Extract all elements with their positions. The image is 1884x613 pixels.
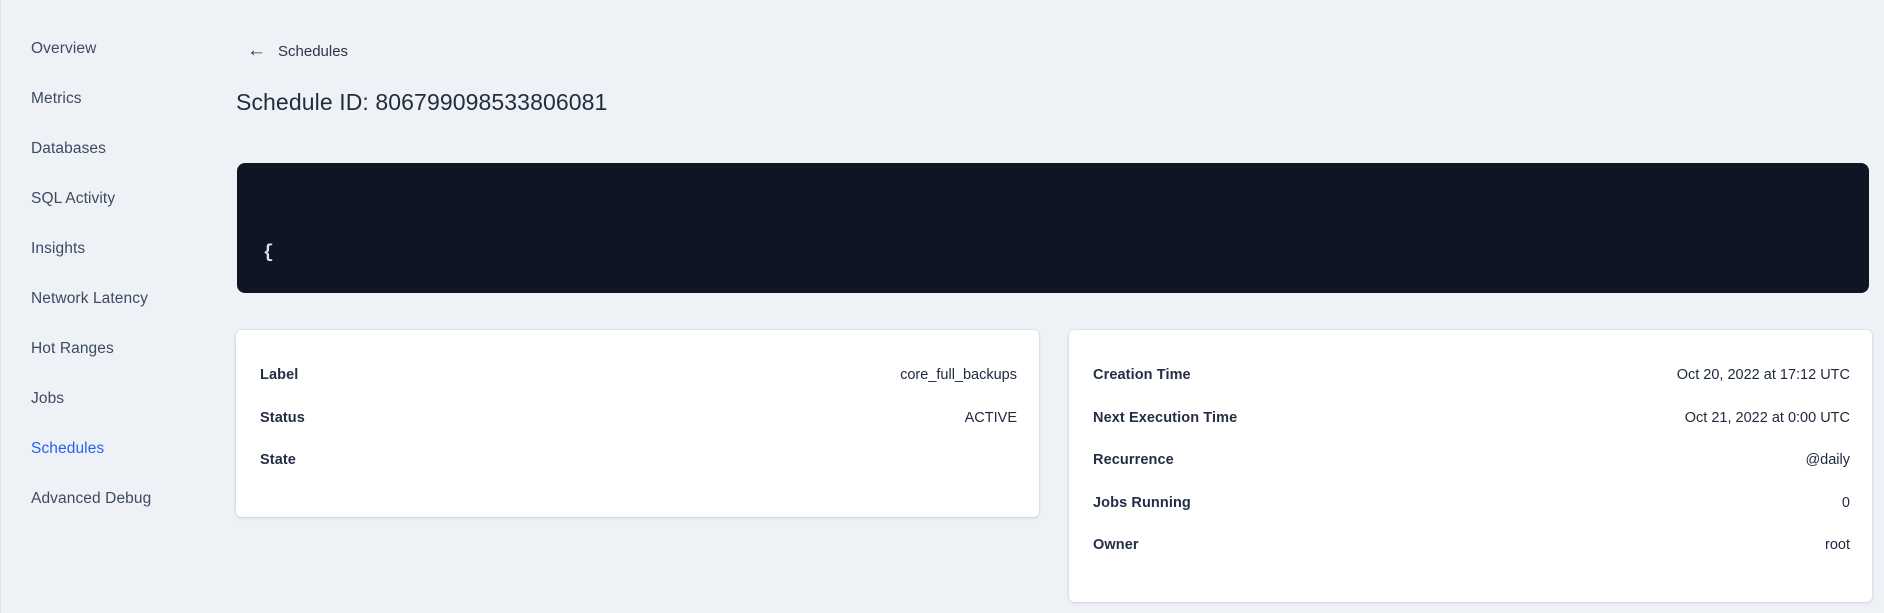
sidebar-item-network-latency[interactable]: Network Latency	[1, 274, 211, 324]
row-label-label: Label	[260, 367, 299, 384]
sidebar-item-sql-activity[interactable]: SQL Activity	[1, 174, 211, 224]
code-line-open: {	[263, 243, 274, 263]
table-row: Recurrence @daily	[1093, 439, 1850, 482]
row-value-next-execution-time: Oct 21, 2022 at 0:00 UTC	[1684, 409, 1850, 426]
schedule-timing-card: Creation Time Oct 20, 2022 at 17:12 UTC …	[1069, 330, 1872, 602]
arrow-left-icon: ←	[247, 40, 266, 61]
sidebar-item-insights[interactable]: Insights	[1, 224, 211, 274]
row-label-owner: Owner	[1093, 537, 1139, 554]
sidebar-item-hot-ranges[interactable]: Hot Ranges	[1, 324, 211, 374]
table-row: Creation Time Oct 20, 2022 at 17:12 UTC	[1093, 354, 1850, 397]
sidebar-item-advanced-debug[interactable]: Advanced Debug	[1, 474, 211, 524]
schedule-details-page: Overview Metrics Databases SQL Activity …	[0, 0, 1884, 613]
table-row: Next Execution Time Oct 21, 2022 at 0:00…	[1093, 397, 1850, 440]
table-row: State	[260, 439, 1017, 482]
sidebar-item-jobs[interactable]: Jobs	[1, 374, 211, 424]
backup-statement-code-block: { "backup_statement": "BACKUP INTO 's3:/…	[237, 163, 1869, 293]
row-value-label: core_full_backups	[900, 367, 1017, 384]
row-value-recurrence: @daily	[1805, 452, 1850, 469]
page-title: Schedule ID: 806799098533806081	[236, 89, 608, 115]
row-label-creation-time: Creation Time	[1093, 367, 1191, 384]
row-value-status: ACTIVE	[964, 409, 1017, 426]
sidebar-item-metrics[interactable]: Metrics	[1, 74, 211, 124]
sidebar-item-overview[interactable]: Overview	[1, 24, 211, 74]
sidebar: Overview Metrics Databases SQL Activity …	[1, 24, 211, 524]
row-value-owner: root	[1825, 537, 1850, 554]
row-label-state: State	[260, 452, 296, 469]
table-row: Owner root	[1093, 524, 1850, 567]
row-label-recurrence: Recurrence	[1093, 452, 1174, 469]
row-value-creation-time: Oct 20, 2022 at 17:12 UTC	[1676, 367, 1850, 384]
table-row: Label core_full_backups	[260, 354, 1017, 397]
schedule-label-card: Label core_full_backups Status ACTIVE St…	[236, 330, 1039, 517]
row-label-jobs-running: Jobs Running	[1093, 494, 1191, 511]
table-row: Status ACTIVE	[260, 397, 1017, 440]
table-row: Jobs Running 0	[1093, 482, 1850, 525]
sidebar-item-databases[interactable]: Databases	[1, 124, 211, 174]
row-label-next-execution-time: Next Execution Time	[1093, 409, 1238, 426]
back-to-schedules-link[interactable]: ← Schedules	[247, 40, 349, 61]
row-value-jobs-running: 0	[1841, 494, 1850, 511]
back-link-label: Schedules	[278, 43, 349, 60]
sidebar-item-schedules[interactable]: Schedules	[1, 424, 211, 474]
row-label-status: Status	[260, 409, 305, 426]
